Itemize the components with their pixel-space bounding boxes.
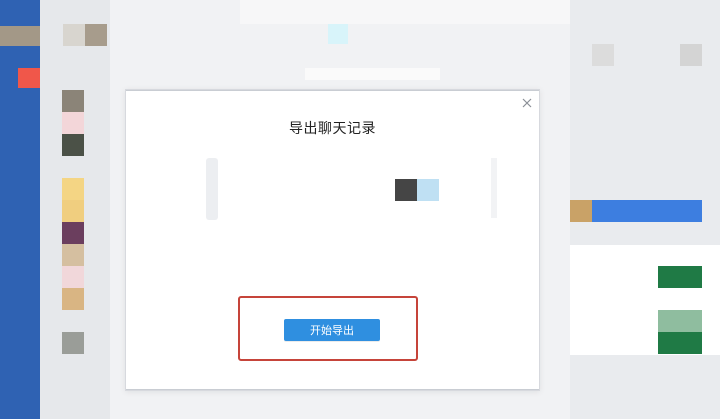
close-button[interactable] — [521, 94, 533, 108]
start-export-button[interactable]: 开始导出 — [284, 319, 380, 341]
list-avatar — [62, 266, 84, 288]
list-avatar — [62, 134, 84, 156]
content-placeholder — [491, 158, 497, 218]
nav-badge — [18, 68, 40, 88]
right-pane-block — [680, 44, 702, 66]
right-pane-bar — [592, 200, 702, 222]
content-strip — [305, 68, 440, 80]
list-avatar — [62, 112, 84, 134]
list-avatar — [62, 200, 84, 222]
list-avatar — [62, 222, 84, 244]
list-avatar — [62, 332, 84, 354]
list-avatar — [62, 178, 84, 200]
list-avatar — [62, 90, 84, 112]
device-thumbnail — [417, 179, 439, 201]
top-block — [0, 26, 40, 46]
excel-icon — [658, 310, 702, 332]
top-block — [85, 24, 107, 46]
dialog-title: 导出聊天记录 — [289, 121, 376, 137]
excel-icon — [658, 266, 702, 288]
export-chat-dialog: 导出聊天记录 开始导出 — [125, 89, 540, 391]
right-pane-bar — [570, 200, 592, 222]
left-nav-rail — [0, 0, 40, 419]
dialog-bottom-border — [126, 389, 539, 390]
top-cyan-block — [328, 24, 348, 44]
top-block — [63, 24, 85, 46]
list-avatar — [62, 288, 84, 310]
content-placeholder — [206, 158, 218, 220]
device-thumbnail — [395, 179, 417, 201]
dialog-top-border — [126, 90, 539, 91]
list-avatar — [62, 244, 84, 266]
close-icon — [522, 98, 532, 108]
excel-icon — [658, 332, 702, 354]
right-pane-block — [592, 44, 614, 66]
